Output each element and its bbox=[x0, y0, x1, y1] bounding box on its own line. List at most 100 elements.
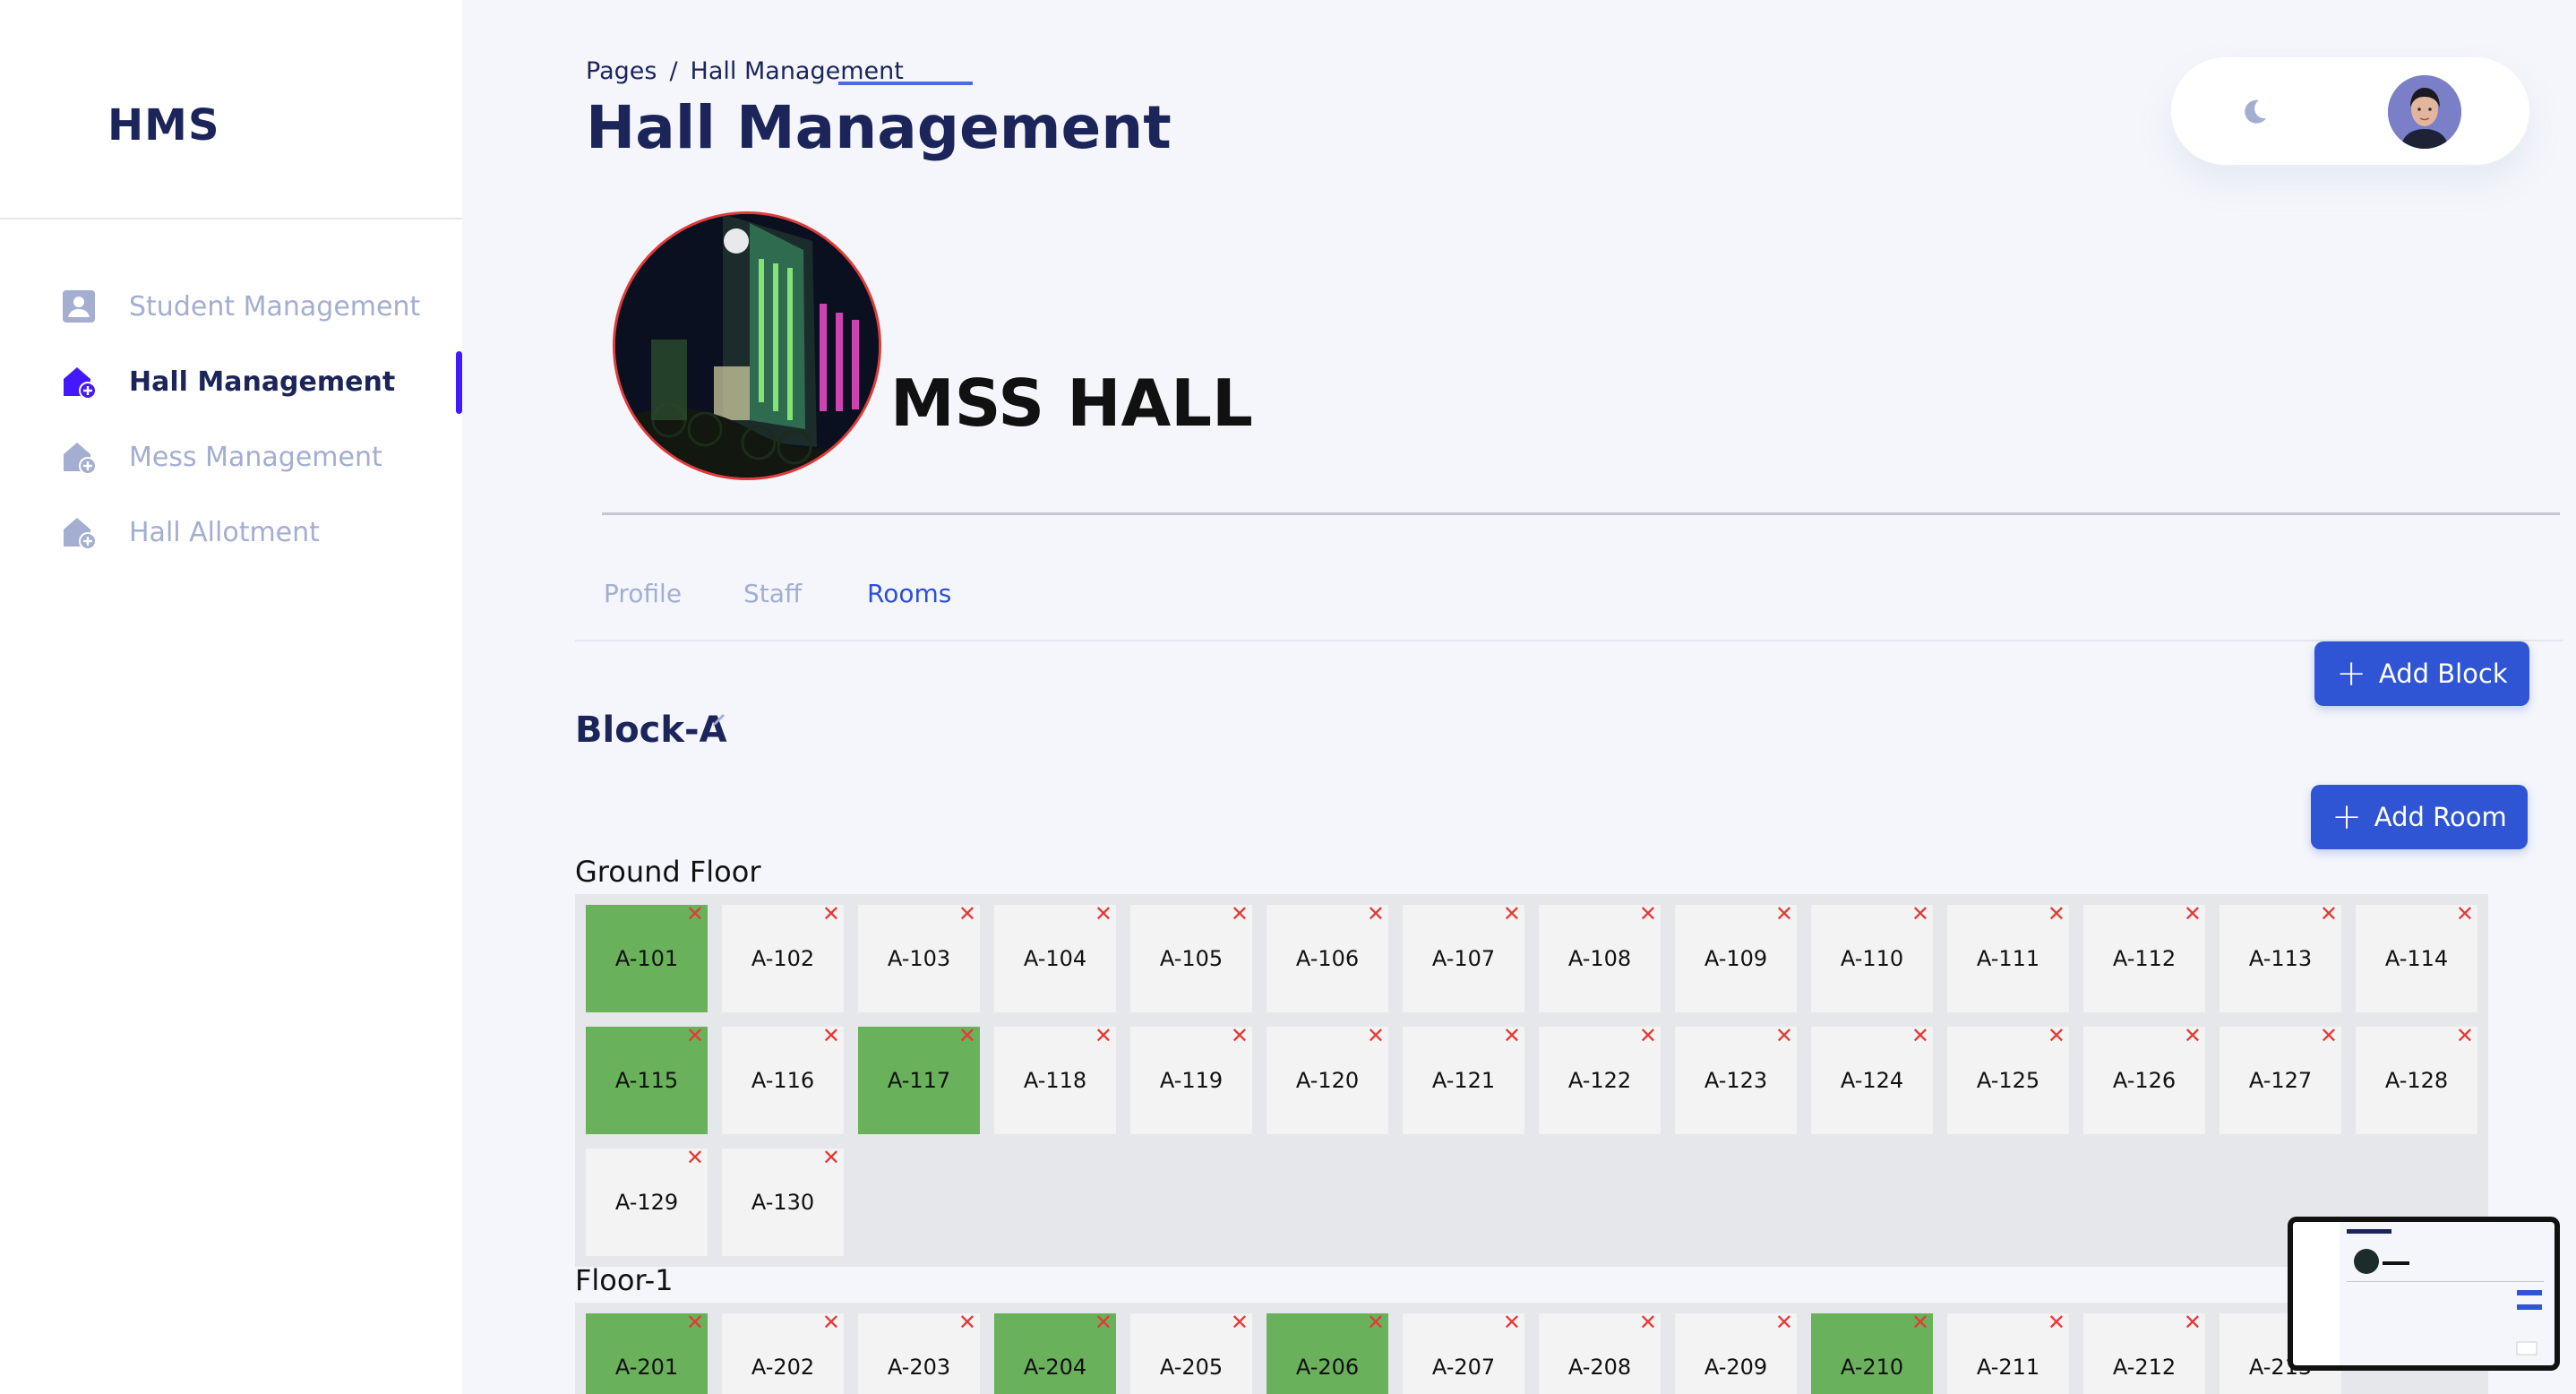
delete-room-icon[interactable]: ✕ bbox=[2320, 903, 2338, 925]
delete-room-icon[interactable]: ✕ bbox=[1775, 1312, 1793, 1333]
edit-pencil-icon[interactable] bbox=[711, 710, 729, 727]
tab-rooms[interactable]: Rooms bbox=[867, 579, 951, 608]
room-tile[interactable]: A-204 ✕ bbox=[987, 1306, 1123, 1394]
tab-profile[interactable]: Profile bbox=[604, 579, 682, 608]
delete-room-icon[interactable]: ✕ bbox=[1367, 1025, 1385, 1046]
room-tile[interactable]: A-212 ✕ bbox=[2076, 1306, 2212, 1394]
delete-room-icon[interactable]: ✕ bbox=[1503, 903, 1521, 925]
delete-room-icon[interactable]: ✕ bbox=[2456, 903, 2474, 925]
delete-room-icon[interactable]: ✕ bbox=[2048, 903, 2065, 925]
room-tile[interactable]: A-129 ✕ bbox=[579, 1141, 715, 1263]
brand-logo[interactable]: HMS bbox=[107, 100, 220, 151]
breadcrumb-root[interactable]: Pages bbox=[586, 57, 657, 85]
delete-room-icon[interactable]: ✕ bbox=[686, 1147, 704, 1168]
room-tile[interactable]: A-121 ✕ bbox=[1395, 1020, 1532, 1141]
room-tile[interactable]: A-209 ✕ bbox=[1668, 1306, 1804, 1394]
delete-room-icon[interactable]: ✕ bbox=[686, 903, 704, 925]
room-tile[interactable]: A-205 ✕ bbox=[1123, 1306, 1259, 1394]
room-tile[interactable]: A-105 ✕ bbox=[1123, 898, 1259, 1020]
add-block-button[interactable]: + Add Block bbox=[2314, 641, 2529, 706]
active-tab-underline bbox=[838, 82, 973, 85]
room-tile[interactable]: A-101 ✕ bbox=[579, 898, 715, 1020]
delete-room-icon[interactable]: ✕ bbox=[1639, 903, 1657, 925]
room-tile[interactable]: A-127 ✕ bbox=[2212, 1020, 2348, 1141]
room-tile[interactable]: A-120 ✕ bbox=[1259, 1020, 1395, 1141]
delete-room-icon[interactable]: ✕ bbox=[822, 903, 840, 925]
delete-room-icon[interactable]: ✕ bbox=[2320, 1025, 2338, 1046]
screen-preview-thumbnail[interactable] bbox=[2288, 1217, 2560, 1371]
delete-room-icon[interactable]: ✕ bbox=[2184, 1312, 2202, 1333]
delete-room-icon[interactable]: ✕ bbox=[686, 1312, 704, 1333]
sidebar-item-hall-allotment[interactable]: Hall Allotment bbox=[0, 495, 462, 570]
room-tile[interactable]: A-126 ✕ bbox=[2076, 1020, 2212, 1141]
room-tile[interactable]: A-102 ✕ bbox=[715, 898, 851, 1020]
room-tile[interactable]: A-123 ✕ bbox=[1668, 1020, 1804, 1141]
delete-room-icon[interactable]: ✕ bbox=[1367, 903, 1385, 925]
delete-room-icon[interactable]: ✕ bbox=[2048, 1025, 2065, 1046]
delete-room-icon[interactable]: ✕ bbox=[1639, 1025, 1657, 1046]
delete-room-icon[interactable]: ✕ bbox=[2184, 1025, 2202, 1046]
room-tile[interactable]: A-125 ✕ bbox=[1940, 1020, 2076, 1141]
room-tile[interactable]: A-103 ✕ bbox=[851, 898, 987, 1020]
delete-room-icon[interactable]: ✕ bbox=[1095, 1025, 1112, 1046]
delete-room-icon[interactable]: ✕ bbox=[2184, 903, 2202, 925]
delete-room-icon[interactable]: ✕ bbox=[1639, 1312, 1657, 1333]
room-tile[interactable]: A-124 ✕ bbox=[1804, 1020, 1940, 1141]
room-tile[interactable]: A-106 ✕ bbox=[1259, 898, 1395, 1020]
delete-room-icon[interactable]: ✕ bbox=[1911, 1025, 1929, 1046]
room-tile[interactable]: A-107 ✕ bbox=[1395, 898, 1532, 1020]
room-tile[interactable]: A-104 ✕ bbox=[987, 898, 1123, 1020]
delete-room-icon[interactable]: ✕ bbox=[822, 1147, 840, 1168]
room-tile[interactable]: A-208 ✕ bbox=[1532, 1306, 1668, 1394]
add-room-button[interactable]: + Add Room bbox=[2311, 785, 2528, 849]
delete-room-icon[interactable]: ✕ bbox=[1231, 903, 1249, 925]
delete-room-icon[interactable]: ✕ bbox=[822, 1312, 840, 1333]
room-tile[interactable]: A-119 ✕ bbox=[1123, 1020, 1259, 1141]
delete-room-icon[interactable]: ✕ bbox=[2456, 1025, 2474, 1046]
room-tile[interactable]: A-210 ✕ bbox=[1804, 1306, 1940, 1394]
avatar[interactable] bbox=[2388, 75, 2461, 149]
tab-staff[interactable]: Staff bbox=[743, 579, 802, 608]
room-tile[interactable]: A-207 ✕ bbox=[1395, 1306, 1532, 1394]
sidebar-item-mess-management[interactable]: Mess Management bbox=[0, 419, 462, 495]
room-tile[interactable]: A-115 ✕ bbox=[579, 1020, 715, 1141]
room-tile[interactable]: A-109 ✕ bbox=[1668, 898, 1804, 1020]
room-tile[interactable]: A-202 ✕ bbox=[715, 1306, 851, 1394]
room-tile[interactable]: A-113 ✕ bbox=[2212, 898, 2348, 1020]
room-tile[interactable]: A-118 ✕ bbox=[987, 1020, 1123, 1141]
delete-room-icon[interactable]: ✕ bbox=[1367, 1312, 1385, 1333]
delete-room-icon[interactable]: ✕ bbox=[958, 1312, 976, 1333]
delete-room-icon[interactable]: ✕ bbox=[1911, 1312, 1929, 1333]
room-tile[interactable]: A-117 ✕ bbox=[851, 1020, 987, 1141]
moon-icon[interactable] bbox=[2236, 91, 2275, 131]
delete-room-icon[interactable]: ✕ bbox=[1503, 1312, 1521, 1333]
delete-room-icon[interactable]: ✕ bbox=[1095, 1312, 1112, 1333]
delete-room-icon[interactable]: ✕ bbox=[958, 1025, 976, 1046]
room-tile[interactable]: A-130 ✕ bbox=[715, 1141, 851, 1263]
delete-room-icon[interactable]: ✕ bbox=[1775, 903, 1793, 925]
delete-room-icon[interactable]: ✕ bbox=[2048, 1312, 2065, 1333]
room-tile[interactable]: A-128 ✕ bbox=[2348, 1020, 2485, 1141]
room-tile[interactable]: A-122 ✕ bbox=[1532, 1020, 1668, 1141]
room-tile[interactable]: A-111 ✕ bbox=[1940, 898, 2076, 1020]
room-tile[interactable]: A-112 ✕ bbox=[2076, 898, 2212, 1020]
delete-room-icon[interactable]: ✕ bbox=[822, 1025, 840, 1046]
room-tile[interactable]: A-211 ✕ bbox=[1940, 1306, 2076, 1394]
sidebar-item-student-management[interactable]: Student Management bbox=[0, 269, 462, 344]
room-tile[interactable]: A-110 ✕ bbox=[1804, 898, 1940, 1020]
room-tile[interactable]: A-203 ✕ bbox=[851, 1306, 987, 1394]
delete-room-icon[interactable]: ✕ bbox=[1775, 1025, 1793, 1046]
delete-room-icon[interactable]: ✕ bbox=[1503, 1025, 1521, 1046]
delete-room-icon[interactable]: ✕ bbox=[1095, 903, 1112, 925]
delete-room-icon[interactable]: ✕ bbox=[1231, 1312, 1249, 1333]
delete-room-icon[interactable]: ✕ bbox=[1911, 903, 1929, 925]
room-tile[interactable]: A-114 ✕ bbox=[2348, 898, 2485, 1020]
room-tile[interactable]: A-116 ✕ bbox=[715, 1020, 851, 1141]
delete-room-icon[interactable]: ✕ bbox=[686, 1025, 704, 1046]
delete-room-icon[interactable]: ✕ bbox=[958, 903, 976, 925]
room-tile[interactable]: A-206 ✕ bbox=[1259, 1306, 1395, 1394]
sidebar-item-hall-management[interactable]: Hall Management bbox=[0, 344, 462, 419]
room-tile[interactable]: A-108 ✕ bbox=[1532, 898, 1668, 1020]
room-tile[interactable]: A-201 ✕ bbox=[579, 1306, 715, 1394]
delete-room-icon[interactable]: ✕ bbox=[1231, 1025, 1249, 1046]
